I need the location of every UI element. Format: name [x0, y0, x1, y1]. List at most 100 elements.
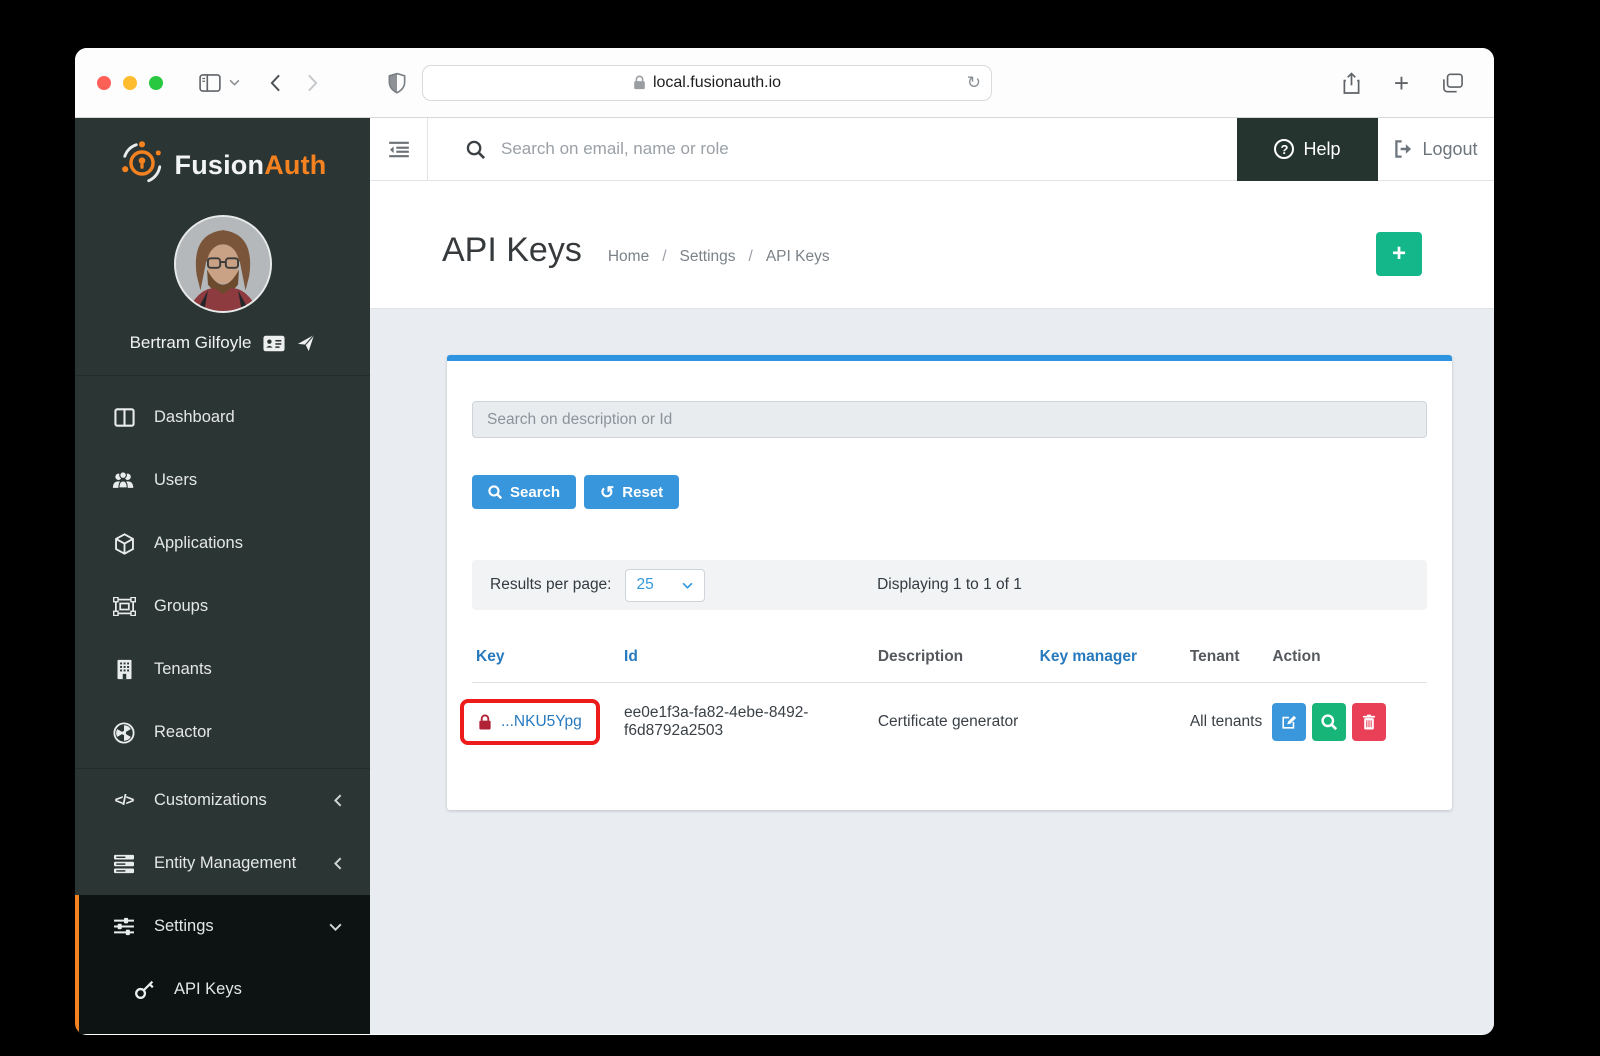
- breadcrumb-api-keys: API Keys: [766, 248, 830, 266]
- search-icon: [488, 485, 502, 499]
- page-header: API Keys Home / Settings / API Keys +: [370, 181, 1494, 309]
- sidebar-collapsible-group: </> Customizations Entity Management: [75, 768, 370, 895]
- browser-window: local.fusionauth.io ↻ +: [75, 48, 1494, 1035]
- results-bar: Results per page: 25 Displaying 1 to 1 o…: [472, 560, 1427, 610]
- logout-label: Logout: [1422, 139, 1477, 160]
- edit-button[interactable]: [1272, 703, 1306, 741]
- sidebar-item-settings[interactable]: Settings: [79, 895, 370, 958]
- sidebar-item-api-keys[interactable]: API Keys: [79, 958, 370, 1021]
- minimize-window-button[interactable]: [123, 76, 137, 90]
- reset-button[interactable]: ↺ Reset: [584, 475, 679, 509]
- api-key-key-manager: [1036, 683, 1186, 762]
- column-header-key-manager[interactable]: Key manager: [1036, 634, 1186, 683]
- sidebar-item-label: Settings: [154, 917, 214, 936]
- sidebar-item-label: Users: [154, 471, 197, 490]
- tab-overview-icon[interactable]: [1442, 73, 1464, 93]
- user-name: Bertram Gilfoyle: [130, 333, 252, 353]
- browser-back-button[interactable]: [270, 74, 281, 92]
- displaying-count: Displaying 1 to 1 of 1: [472, 576, 1427, 594]
- fusionauth-logo: FusionAuth: [75, 118, 370, 201]
- help-label: Help: [1303, 139, 1340, 160]
- breadcrumb-settings[interactable]: Settings: [680, 248, 736, 266]
- reactor-radiation-icon: [111, 722, 137, 744]
- tenants-building-icon: [111, 659, 137, 680]
- sidebar-item-label: Groups: [154, 597, 208, 616]
- maximize-window-button[interactable]: [149, 76, 163, 90]
- global-search: [428, 139, 1237, 159]
- api-key-id: ee0e1f3a-fa82-4ebe-8492-f6d8792a2503: [620, 683, 874, 762]
- users-icon: [111, 471, 137, 490]
- api-key-description: Certificate generator: [874, 683, 1036, 762]
- breadcrumb-home[interactable]: Home: [608, 248, 649, 266]
- table-row: ...NKU5Ypg ee0e1f3a-fa82-4ebe-8492-f6d87…: [472, 683, 1427, 762]
- url-text: local.fusionauth.io: [653, 74, 781, 92]
- avatar[interactable]: [174, 215, 272, 313]
- reset-icon: ↺: [600, 484, 614, 501]
- sidebar-menu-chevron-icon[interactable]: [229, 79, 240, 86]
- help-icon: ?: [1274, 139, 1294, 159]
- row-actions: [1272, 703, 1423, 741]
- lock-icon: [478, 714, 492, 730]
- edit-pencil-icon: [1281, 714, 1297, 730]
- reload-icon[interactable]: ↻: [967, 73, 981, 93]
- global-search-input[interactable]: [501, 139, 1001, 159]
- https-lock-icon: [633, 75, 646, 90]
- api-key-link[interactable]: ...NKU5Ypg: [501, 713, 582, 731]
- share-icon[interactable]: [1342, 72, 1361, 95]
- sidebar-nav: Dashboard Users Applications Groups Tena…: [75, 376, 370, 768]
- app-topbar: ? Help Logout: [370, 118, 1494, 181]
- sidebar-item-dashboard[interactable]: Dashboard: [75, 386, 370, 449]
- sidebar-item-label: Reactor: [154, 723, 212, 742]
- column-header-description: Description: [874, 634, 1036, 683]
- main-area: ? Help Logout API Keys Home / Settings /: [370, 118, 1494, 1034]
- sidebar-collapse-button[interactable]: [370, 118, 428, 181]
- browser-sidebar-toggle-icon[interactable]: [199, 74, 221, 92]
- page-title: API Keys: [442, 231, 582, 270]
- locale-paper-plane-icon[interactable]: [297, 334, 315, 352]
- search-icon: [1321, 714, 1337, 730]
- api-keys-table: Key Id Description Key manager Tenant Ac…: [472, 634, 1427, 761]
- sidebar-item-tenants[interactable]: Tenants: [75, 638, 370, 701]
- breadcrumb: Home / Settings / API Keys: [608, 248, 830, 266]
- sidebar-item-users[interactable]: Users: [75, 449, 370, 512]
- applications-cube-icon: [111, 533, 137, 555]
- logout-button[interactable]: Logout: [1378, 118, 1494, 181]
- column-header-action: Action: [1268, 634, 1427, 683]
- privacy-shield-icon[interactable]: [388, 72, 406, 94]
- address-bar[interactable]: local.fusionauth.io ↻: [422, 65, 992, 101]
- id-card-icon[interactable]: [263, 335, 285, 352]
- results-per-page-select[interactable]: 25: [625, 569, 705, 602]
- sidebar-item-customizations[interactable]: </> Customizations: [75, 769, 370, 832]
- sidebar: FusionAuth: [75, 118, 370, 1034]
- fusionauth-wordmark: FusionAuth: [175, 150, 327, 181]
- sidebar-item-applications[interactable]: Applications: [75, 512, 370, 575]
- column-header-key[interactable]: Key: [472, 634, 620, 683]
- sidebar-item-groups[interactable]: Groups: [75, 575, 370, 638]
- sidebar-item-label: Applications: [154, 534, 243, 553]
- api-key-search-input[interactable]: [472, 401, 1427, 438]
- annotation-highlight-box: ...NKU5Ypg: [460, 699, 600, 745]
- groups-icon: [111, 597, 137, 616]
- dashboard-icon: [111, 408, 137, 427]
- server-icon: [111, 854, 137, 874]
- close-window-button[interactable]: [97, 76, 111, 90]
- delete-button[interactable]: [1352, 703, 1386, 741]
- browser-forward-button[interactable]: [307, 74, 318, 92]
- add-api-key-button[interactable]: +: [1376, 232, 1422, 276]
- view-button[interactable]: [1312, 703, 1346, 741]
- sidebar-item-label: API Keys: [174, 980, 242, 999]
- sidebar-settings-section: Settings API Keys: [75, 895, 370, 1034]
- chevron-down-icon: [682, 582, 693, 589]
- sidebar-item-label: Customizations: [154, 791, 267, 810]
- help-button[interactable]: ? Help: [1237, 118, 1378, 181]
- code-icon: </>: [111, 792, 137, 809]
- sidebar-item-reactor[interactable]: Reactor: [75, 701, 370, 764]
- column-header-id[interactable]: Id: [620, 634, 874, 683]
- sidebar-item-label: Tenants: [154, 660, 212, 679]
- search-button[interactable]: Search: [472, 475, 576, 509]
- sidebar-item-entity-management[interactable]: Entity Management: [75, 832, 370, 895]
- new-tab-icon[interactable]: +: [1394, 70, 1409, 96]
- traffic-lights: [97, 76, 163, 90]
- results-per-page-label: Results per page:: [490, 576, 612, 594]
- api-key-tenant: All tenants: [1186, 683, 1268, 762]
